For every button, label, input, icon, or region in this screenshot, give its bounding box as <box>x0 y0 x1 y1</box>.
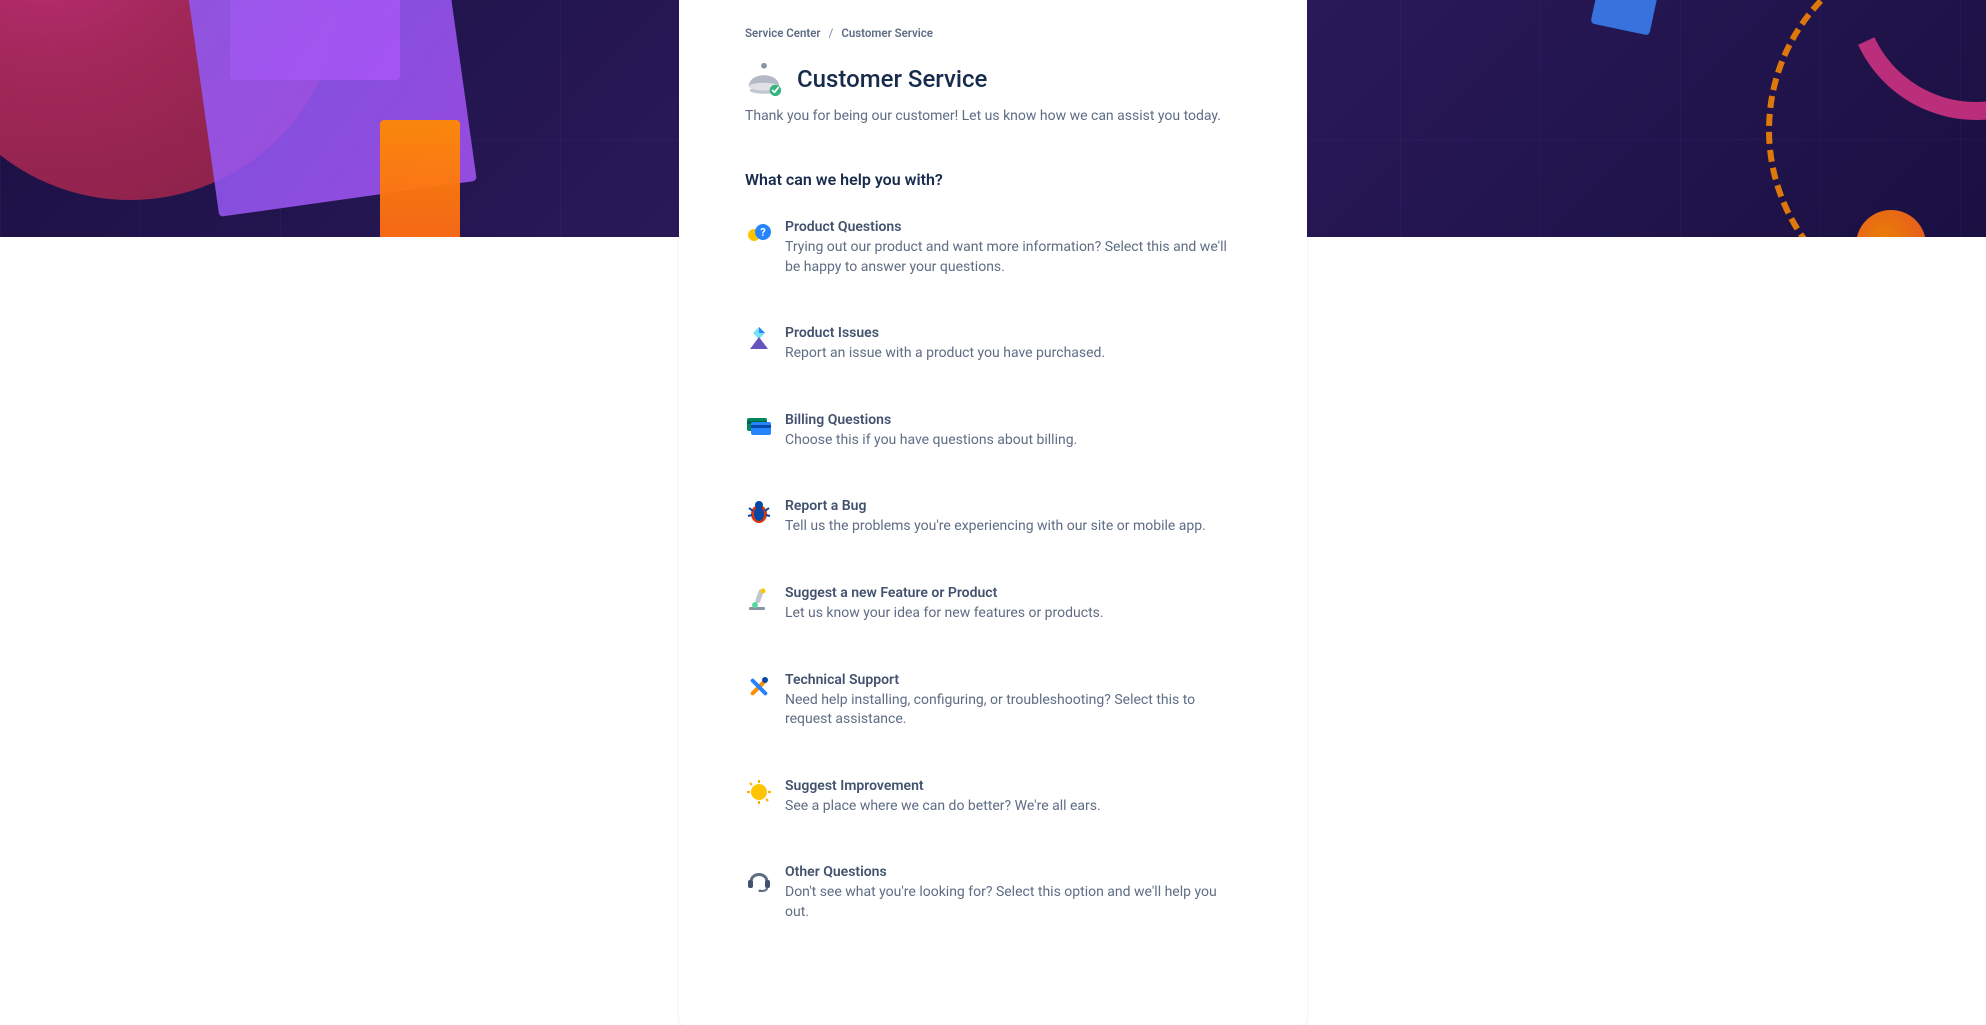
microscope-icon <box>745 585 773 613</box>
option-title: Report a Bug <box>785 498 1241 514</box>
option-report-bug[interactable]: Report a Bug Tell us the problems you're… <box>745 492 1241 543</box>
option-desc: Don't see what you're looking for? Selec… <box>785 883 1241 922</box>
breadcrumb-root-link[interactable]: Service Center <box>745 26 821 40</box>
option-title: Billing Questions <box>785 412 1241 428</box>
headset-icon <box>745 864 773 892</box>
breadcrumb-current: Customer Service <box>841 26 933 40</box>
option-title: Suggest a new Feature or Product <box>785 585 1241 601</box>
option-desc: Report an issue with a product you have … <box>785 344 1241 364</box>
question-cloud-icon: ? <box>745 219 773 247</box>
option-desc: Tell us the problems you're experiencing… <box>785 517 1241 537</box>
option-title: Product Issues <box>785 325 1241 341</box>
page-subtitle: Thank you for being our customer! Let us… <box>745 108 1241 124</box>
option-billing-questions[interactable]: Billing Questions Choose this if you hav… <box>745 406 1241 457</box>
option-title: Suggest Improvement <box>785 778 1241 794</box>
option-technical-support[interactable]: Technical Support Need help installing, … <box>745 666 1241 736</box>
breadcrumb-separator: / <box>829 26 834 40</box>
breadcrumb: Service Center / Customer Service <box>745 26 1241 40</box>
option-product-questions[interactable]: ? Product Questions Trying out our produ… <box>745 213 1241 283</box>
option-desc: Choose this if you have questions about … <box>785 431 1241 451</box>
option-title: Technical Support <box>785 672 1241 688</box>
diamond-mountain-icon <box>745 325 773 353</box>
page-title-row: Customer Service <box>745 60 1241 98</box>
option-other-questions[interactable]: Other Questions Don't see what you're lo… <box>745 858 1241 928</box>
option-product-issues[interactable]: Product Issues Report an issue with a pr… <box>745 319 1241 370</box>
option-desc: Let us know your idea for new features o… <box>785 604 1241 624</box>
option-desc: See a place where we can do better? We'r… <box>785 797 1241 817</box>
page-title: Customer Service <box>797 65 987 93</box>
svg-text:?: ? <box>760 226 766 239</box>
option-title: Product Questions <box>785 219 1241 235</box>
option-desc: Need help installing, configuring, or tr… <box>785 691 1241 730</box>
option-suggest-improvement[interactable]: Suggest Improvement See a place where we… <box>745 772 1241 823</box>
lightbulb-icon <box>745 778 773 806</box>
option-title: Other Questions <box>785 864 1241 880</box>
option-suggest-feature[interactable]: Suggest a new Feature or Product Let us … <box>745 579 1241 630</box>
main-panel: Service Center / Customer Service Custom… <box>679 0 1307 1025</box>
credit-card-icon <box>745 412 773 440</box>
option-desc: Trying out our product and want more inf… <box>785 238 1241 277</box>
section-heading: What can we help you with? <box>745 170 1241 189</box>
customer-service-icon <box>745 60 783 98</box>
tools-icon <box>745 672 773 700</box>
bug-icon <box>745 498 773 526</box>
